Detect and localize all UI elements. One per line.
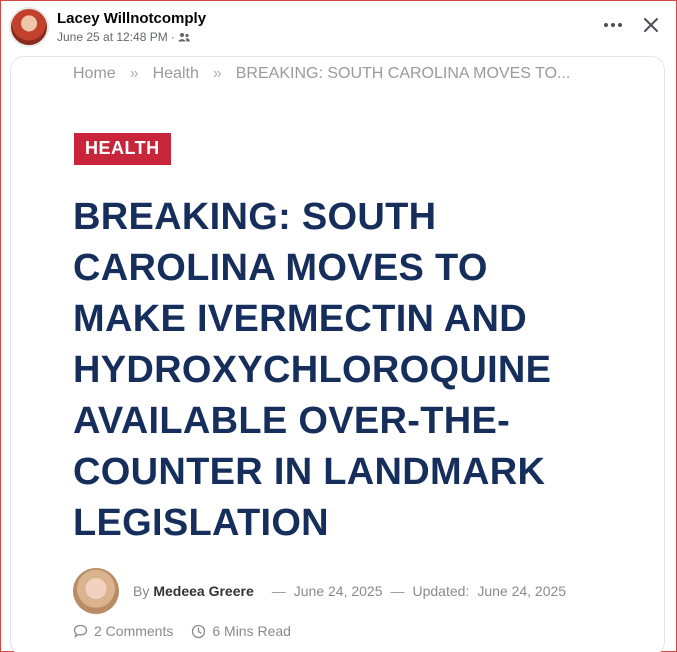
breadcrumb-separator: »	[212, 65, 222, 82]
byline-dash: —	[271, 583, 286, 599]
breadcrumb-health: Health	[152, 65, 199, 82]
post-meta: June 25 at 12:48 PM ·	[57, 30, 190, 44]
headline-line: MAKE IVERMECTIN AND	[73, 298, 527, 340]
breadcrumb: Home » Health » BREAKING: SOUTH CAROLINA…	[73, 65, 570, 83]
friends-audience-icon	[178, 33, 190, 42]
close-button[interactable]	[637, 11, 665, 39]
post-header: Lacey Willnotcomply June 25 at 12:48 PM …	[9, 7, 665, 49]
byline-updated-date: June 24, 2025	[477, 583, 567, 599]
profile-avatar[interactable]	[9, 7, 49, 47]
article-author-avatar	[73, 568, 119, 614]
headline-line: COUNTER IN LANDMARK	[73, 451, 546, 493]
byline-by: By	[133, 583, 150, 599]
headline-line: HYDROXYCHLOROQUINE	[73, 349, 552, 391]
article-meta-row: 2 Comments 6 Mins Read	[73, 623, 291, 639]
shared-article-image[interactable]: Home » Health » BREAKING: SOUTH CAROLINA…	[10, 56, 665, 652]
more-options-button[interactable]	[599, 11, 627, 39]
post-author-name[interactable]: Lacey Willnotcomply	[57, 10, 206, 27]
breadcrumb-current: BREAKING: SOUTH CAROLINA MOVES TO...	[235, 65, 571, 82]
comments-count: 2 Comments	[73, 623, 173, 639]
headline-line: LEGISLATION	[73, 502, 329, 544]
headline-line: BREAKING: SOUTH	[73, 196, 437, 238]
clock-icon	[192, 624, 206, 638]
comment-icon	[73, 624, 88, 638]
category-badge: HEALTH	[74, 133, 171, 165]
close-icon	[644, 18, 658, 32]
headline-line: CAROLINA MOVES TO	[73, 247, 488, 289]
meta-separator: ·	[170, 30, 175, 44]
read-time: 6 Mins Read	[191, 623, 291, 639]
post-timestamp[interactable]: June 25 at 12:48 PM	[57, 30, 168, 44]
breadcrumb-home: Home	[73, 65, 116, 82]
breadcrumb-separator: »	[129, 65, 139, 82]
article-byline: By Medeea Greere — June 24, 2025 — Updat…	[73, 567, 566, 615]
byline-author: Medeea Greere	[153, 583, 254, 599]
byline-dash: —	[390, 583, 405, 599]
article-headline: BREAKING: SOUTH CAROLINA MOVES TO MAKE I…	[73, 192, 633, 549]
more-icon	[604, 23, 622, 27]
read-time-label: 6 Mins Read	[212, 623, 291, 639]
comments-label: 2 Comments	[94, 623, 174, 639]
byline-updated-label: Updated:	[412, 583, 470, 599]
headline-line: AVAILABLE OVER-THE-	[73, 400, 511, 442]
byline-published-date: June 24, 2025	[293, 583, 383, 599]
